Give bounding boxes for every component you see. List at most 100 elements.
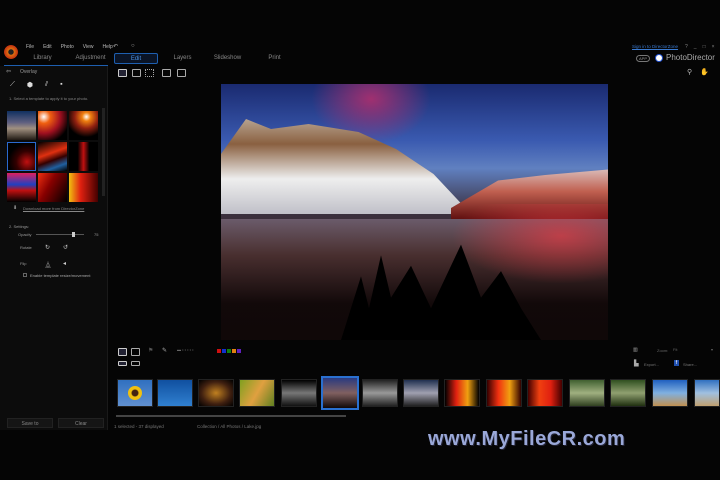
tab-print[interactable]: Print [252,53,297,64]
color-label-purple[interactable] [237,349,241,353]
panel-title: Overlay [20,69,38,75]
strip-full-icon[interactable] [131,361,140,366]
resize-checkbox[interactable] [23,273,27,277]
flip-horizontal-icon[interactable]: ⏅ [45,260,51,269]
status-selection: 1 selected - 37 displayed [114,424,164,429]
status-path: Collection / All Photos / Lake.jpg [197,424,262,429]
flip-vertical-icon[interactable]: ◂ [63,260,66,267]
menu-photo[interactable]: Photo [61,44,74,50]
minimize-button[interactable]: _ [694,44,697,50]
stamp-icon[interactable]: ⬢ [27,81,33,89]
template-1[interactable] [7,111,36,140]
tab-edit[interactable]: Edit [114,53,158,64]
menu-file[interactable]: File [26,44,34,50]
filmstrip-thumb-14[interactable] [652,379,688,407]
filmstrip-thumb-1[interactable] [117,379,153,407]
filmstrip-thumb-5[interactable] [281,379,317,407]
grid-view-icon[interactable] [145,69,154,77]
filmstrip-thumb-7[interactable] [362,379,398,407]
monitor-icon[interactable] [177,69,186,77]
rating-stars[interactable]: ▬ • • • • • [177,347,194,352]
tab-library[interactable]: Library [20,53,65,64]
template-scrollbar[interactable] [102,108,105,196]
facebook-icon: f [674,360,679,366]
resize-checkbox-label: Enable template resize/movement [30,273,91,278]
template-7[interactable] [7,173,36,202]
template-3[interactable] [69,111,98,140]
tab-slideshow[interactable]: Slideshow [205,53,250,64]
filmstrip-view-icon[interactable] [118,348,127,356]
template-2[interactable] [38,111,67,140]
rotate-cw-icon[interactable]: ↻ [45,244,50,251]
filmstrip-scrollbar[interactable] [116,415,346,417]
tab-adjustment[interactable]: Adjustment [68,53,113,64]
frame-icon[interactable]: ▪ [60,81,62,89]
brand-icon [656,55,662,61]
opacity-slider[interactable] [36,232,84,237]
tab-layers[interactable]: Layers [160,53,205,64]
filmstrip-thumb-13[interactable] [610,379,646,407]
filmstrip-thumb-4[interactable] [239,379,275,407]
filmstrip-thumb-3[interactable] [198,379,234,407]
filmstrip-thumb-8[interactable] [403,379,439,407]
filmstrip-thumb-6-selected[interactable] [321,376,359,410]
help-button[interactable]: ? [685,44,688,50]
app-logo [4,45,18,59]
restore-button[interactable]: □ [703,44,706,50]
download-link[interactable]: Download more from DirectorZone [23,206,84,211]
rotate-label: Rotate [20,245,32,250]
menu-edit[interactable]: Edit [43,44,52,50]
rotate-ccw-icon[interactable]: ↺ [63,244,68,251]
clear-button[interactable]: Clear [58,418,104,428]
color-label-red[interactable] [217,349,221,353]
back-arrow-icon[interactable]: ⇦ [6,68,11,75]
color-labels[interactable] [217,349,241,353]
template-8[interactable] [38,173,67,202]
menu-view[interactable]: View [83,44,94,50]
strip-compact-icon[interactable] [118,361,127,366]
color-label-blue[interactable] [222,349,226,353]
hand-icon[interactable]: ✋ [700,68,709,76]
template-9[interactable] [69,173,98,202]
filmstrip-thumb-9[interactable] [444,379,480,407]
zoom-select[interactable]: Fit ▾ [673,347,713,352]
template-4[interactable] [7,142,36,171]
app-badge[interactable]: APP [636,55,651,62]
redo-icon[interactable]: ○ [131,43,135,49]
app-name: PhotoDirector [666,53,715,62]
list-view-icon[interactable] [131,348,140,356]
save-to-button[interactable]: Save to [7,418,53,428]
color-label-orange[interactable] [232,349,236,353]
filmstrip-thumb-15[interactable] [694,379,720,407]
filmstrip-thumb-2[interactable] [157,379,193,407]
template-6[interactable] [69,142,98,171]
display-toggle-icon[interactable]: ▥ [633,347,638,353]
download-icon: ⬇ [13,205,18,211]
undo-icon[interactable]: ↶ [113,43,118,50]
menu-help[interactable]: Help [103,44,113,50]
zoom-icon[interactable]: ⚲ [687,68,692,76]
flip-label: Flip [20,261,27,266]
filmstrip-thumb-12[interactable] [569,379,605,407]
export-icon: ▙ [634,361,639,367]
signin-link[interactable]: Sign in to DirectorZone [632,44,678,49]
flag-icon[interactable]: ⚑ [148,347,153,354]
stripes-icon[interactable]: ⫽ [45,81,48,89]
single-view-icon[interactable] [118,69,127,77]
template-5[interactable] [38,142,67,171]
pen-icon[interactable]: ✎ [162,347,167,354]
brush-icon[interactable]: ⟋ [10,81,15,89]
compare-view-icon[interactable] [132,69,141,77]
export-button[interactable]: Export... [644,362,659,367]
color-label-green[interactable] [227,349,231,353]
filmstrip-thumb-10[interactable] [486,379,522,407]
main-photo[interactable] [221,84,608,340]
close-button[interactable]: × [712,44,715,50]
share-button[interactable]: Share... [683,362,697,367]
chevron-down-icon: ▾ [710,347,713,352]
fullscreen-icon[interactable] [162,69,171,77]
opacity-value: 75 [94,232,99,237]
step2-label: 2. Settings: [9,224,30,229]
filmstrip-thumb-11[interactable] [527,379,563,407]
opacity-slider-thumb[interactable] [72,232,75,237]
